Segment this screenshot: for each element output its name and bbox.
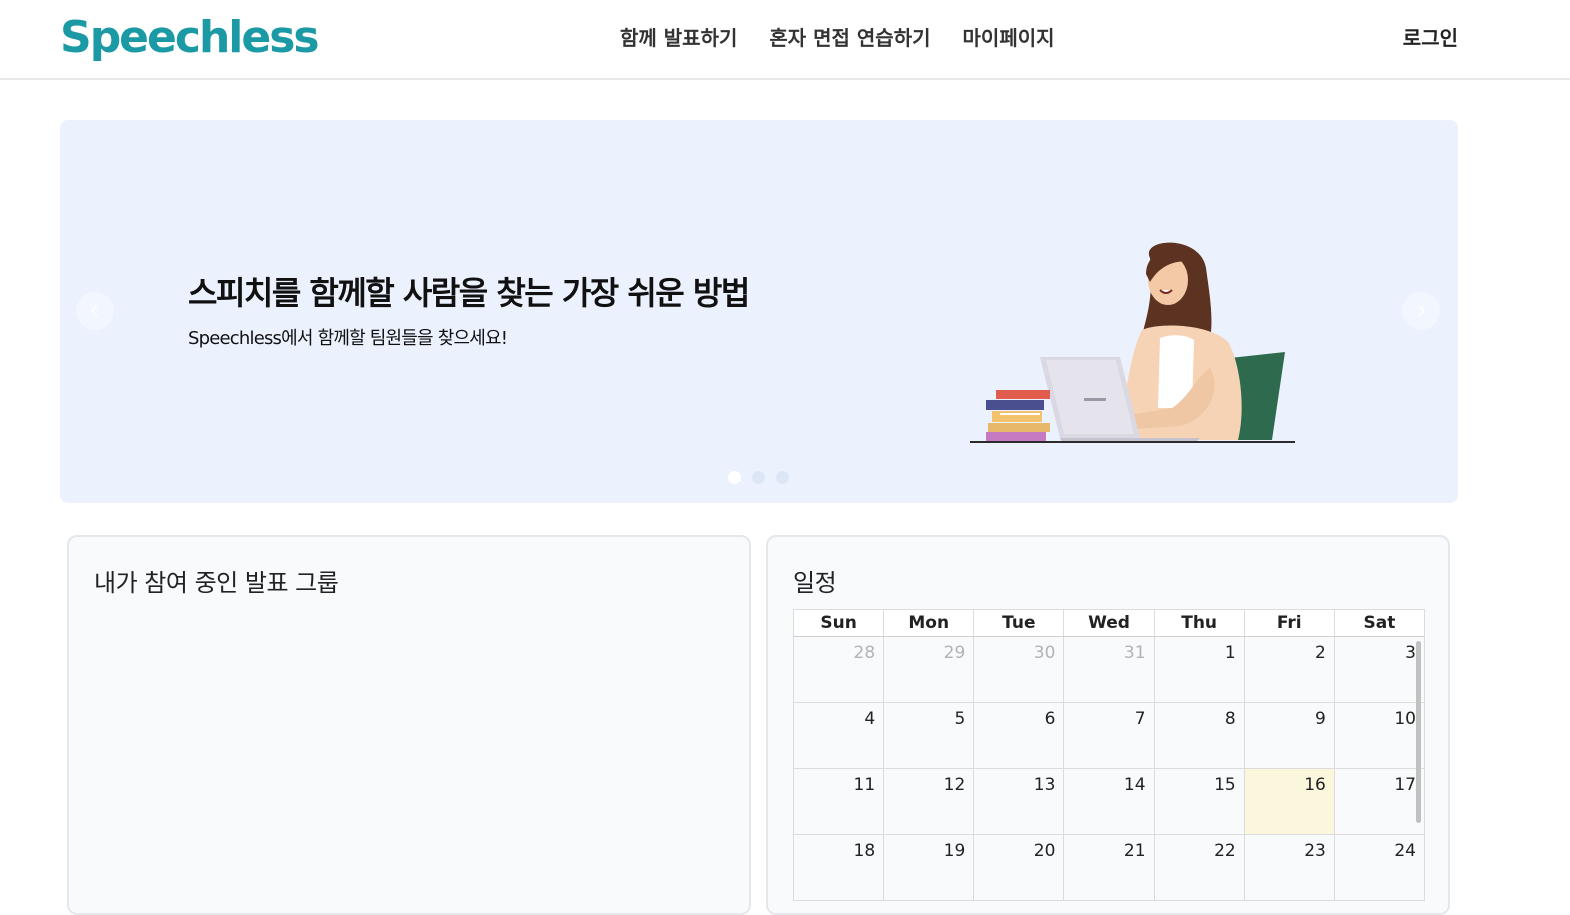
calendar-weekday-header: Sun Mon Tue Wed Thu Fri Sat [793,609,1425,637]
calendar-day-cell[interactable]: 31 [1064,637,1155,702]
calendar-body: 28 29 30 31 1 2 3 4 5 6 7 8 9 10 11 12 13 14 15 16 17 18 19 20 2… [793,637,1425,901]
calendar-day-cell[interactable]: 16 [1244,769,1335,834]
banner-title: 스피치를 함께할 사람을 찾는 가장 쉬운 방법 [188,274,750,312]
login-button[interactable]: 로그인 [1403,24,1458,52]
woman-laptop-illustration [970,242,1295,443]
calendar-week-row: 18 19 20 21 22 23 24 [793,835,1425,901]
carousel-dot-2[interactable] [752,471,765,484]
calendar-day-cell[interactable]: 14 [1064,769,1155,834]
hero-carousel: 스피치를 함께할 사람을 찾는 가장 쉬운 방법 Speechless에서 함께… [60,120,1458,503]
carousel-next-button[interactable] [1402,292,1440,330]
chevron-left-icon [90,305,98,317]
weekday-sat: Sat [1363,613,1396,633]
logo[interactable]: Speechless [60,10,320,66]
calendar-day-cell[interactable]: 11 [794,769,885,834]
carousel-dot-3[interactable] [776,471,789,484]
schedule-title: 일정 [793,569,837,597]
calendar-day-cell[interactable]: 19 [884,835,975,900]
calendar-day-cell[interactable]: 24 [1335,835,1424,900]
calendar-week-row: 28 29 30 31 1 2 3 [793,637,1425,703]
calendar-day-cell[interactable]: 9 [1245,703,1335,768]
calendar-day-cell[interactable]: 12 [884,769,975,834]
calendar-week-row: 4 5 6 7 8 9 10 [793,703,1425,769]
calendar-day-cell[interactable]: 4 [794,703,885,768]
my-groups-card: 내가 참여 중인 발표 그룹 [67,535,751,915]
weekday-sun: Sun [794,610,885,636]
calendar-day-cell[interactable]: 8 [1155,703,1245,768]
main-nav: 함께 발표하기 혼자 면접 연습하기 마이페이지 [620,24,1055,52]
calendar-day-cell[interactable]: 30 [974,637,1065,702]
calendar-scrollbar[interactable] [1416,641,1421,823]
carousel-prev-button[interactable] [76,292,114,330]
calendar-day-cell[interactable]: 18 [794,835,885,900]
calendar-day-cell[interactable]: 17 [1335,769,1424,834]
chevron-right-icon [1418,305,1426,317]
weekday-fri: Fri [1245,610,1335,636]
top-header: Speechless 함께 발표하기 혼자 면접 연습하기 마이페이지 로그인 [0,0,1570,80]
schedule-card: 일정 Sun Mon Tue Wed Thu Fri Sat 28 29 30 31 1… [766,535,1450,915]
my-groups-title: 내가 참여 중인 발표 그룹 [94,569,339,597]
nav-item-group-presentation[interactable]: 함께 발표하기 [620,24,737,52]
calendar-day-cell[interactable]: 22 [1155,835,1245,900]
calendar-day-cell[interactable]: 20 [974,835,1065,900]
calendar-day-cell[interactable]: 6 [974,703,1065,768]
weekday-mon: Mon [884,610,975,636]
calendar-day-cell[interactable]: 10 [1335,703,1424,768]
calendar-day-cell[interactable]: 15 [1155,769,1245,834]
weekday-wed: Wed [1064,610,1155,636]
calendar-day-cell[interactable]: 13 [974,769,1065,834]
nav-item-mypage[interactable]: 마이페이지 [963,24,1055,52]
calendar-day-cell[interactable]: 2 [1245,637,1335,702]
calendar-week-row: 11 12 13 14 15 16 17 [793,769,1425,835]
calendar-day-cell[interactable]: 21 [1064,835,1155,900]
carousel-indicators [728,471,789,484]
carousel-dot-1[interactable] [728,471,741,484]
calendar-day-cell[interactable]: 23 [1245,835,1335,900]
weekday-thu: Thu [1155,610,1245,636]
calendar: Sun Mon Tue Wed Thu Fri Sat 28 29 30 31 1 2 3 4… [793,609,1425,901]
banner-subtitle: Speechless에서 함께할 팀원들을 찾으세요! [188,328,508,349]
calendar-day-cell[interactable]: 7 [1064,703,1155,768]
nav-item-solo-interview[interactable]: 혼자 면접 연습하기 [769,24,930,52]
calendar-day-cell[interactable]: 5 [884,703,975,768]
calendar-day-cell[interactable]: 1 [1155,637,1245,702]
calendar-day-cell[interactable]: 3 [1335,637,1424,702]
calendar-day-cell[interactable]: 28 [794,637,885,702]
calendar-day-cell[interactable]: 29 [884,637,975,702]
weekday-tue: Tue [974,610,1065,636]
